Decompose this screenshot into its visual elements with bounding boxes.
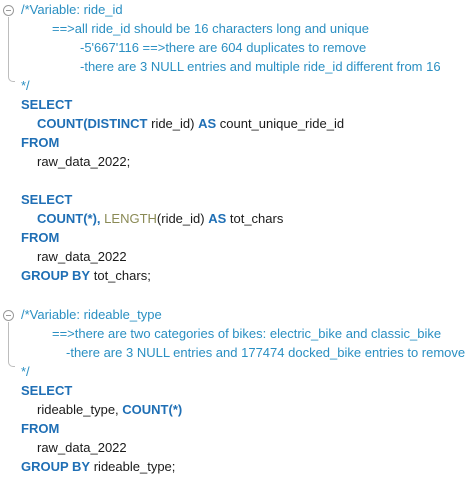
sql-keyword-from: FROM: [21, 421, 60, 436]
code-line: raw_data_2022;: [37, 154, 131, 169]
comment-line: */: [21, 364, 30, 379]
sql-function: COUNT(DISTINCT: [37, 116, 148, 131]
sql-keyword-group-by: GROUP BY: [21, 459, 91, 474]
fold-guide: [8, 322, 9, 360]
sql-keyword-from: FROM: [21, 135, 60, 150]
sql-keyword-as: AS: [208, 211, 227, 226]
comment-line: ==>there are two categories of bikes: el…: [52, 326, 442, 341]
sql-function: LENGTH: [104, 211, 157, 226]
code-text: (*),: [83, 211, 105, 226]
sql-keyword-group-by: GROUP BY: [21, 268, 91, 283]
code-line: rideable_type, COUNT(*): [37, 400, 182, 420]
code-text: rideable_type,: [37, 402, 123, 417]
code-text: (*): [168, 402, 183, 417]
code-line: raw_data_2022: [37, 249, 127, 264]
code-line: raw_data_2022: [37, 440, 127, 455]
comment-line: /*Variable: ride_id: [21, 2, 123, 17]
comment-line: -there are 3 NULL entries and 177474 doc…: [66, 345, 466, 360]
comment-line: /*Variable: rideable_type: [21, 307, 162, 322]
fold-end-marker: [8, 360, 15, 367]
fold-guide: [8, 17, 9, 75]
sql-function: COUNT: [37, 211, 84, 226]
code-text: tot_chars: [226, 211, 284, 226]
code-text: rideable_type;: [90, 459, 176, 474]
fold-toggle-icon[interactable]: [3, 310, 14, 321]
comment-line: */: [21, 78, 30, 93]
code-text: (ride_id): [156, 211, 209, 226]
sql-function: COUNT: [122, 402, 169, 417]
sql-keyword-select: SELECT: [21, 383, 73, 398]
code-text: count_unique_ride_id: [216, 116, 345, 131]
sql-code-editor[interactable]: /*Variable: ride_id ==>all ride_id shoul…: [0, 0, 475, 480]
fold-end-marker: [8, 75, 15, 82]
code-line: COUNT(*), LENGTH(ride_id) AS tot_chars: [37, 209, 283, 229]
code-text: ride_id): [147, 116, 199, 131]
sql-keyword-from: FROM: [21, 230, 60, 245]
comment-line: -there are 3 NULL entries and multiple r…: [80, 59, 441, 74]
code-line: GROUP BY tot_chars;: [21, 266, 151, 286]
code-line: COUNT(DISTINCT ride_id) AS count_unique_…: [37, 114, 344, 134]
comment-line: -5'667'116 ==>there are 604 duplicates t…: [80, 40, 367, 55]
comment-line: ==>all ride_id should be 16 characters l…: [52, 21, 369, 36]
code-line: GROUP BY rideable_type;: [21, 457, 175, 477]
sql-keyword-select: SELECT: [21, 97, 73, 112]
sql-keyword-as: AS: [198, 116, 217, 131]
fold-toggle-icon[interactable]: [3, 5, 14, 16]
sql-keyword-select: SELECT: [21, 192, 73, 207]
code-text: tot_chars;: [90, 268, 151, 283]
